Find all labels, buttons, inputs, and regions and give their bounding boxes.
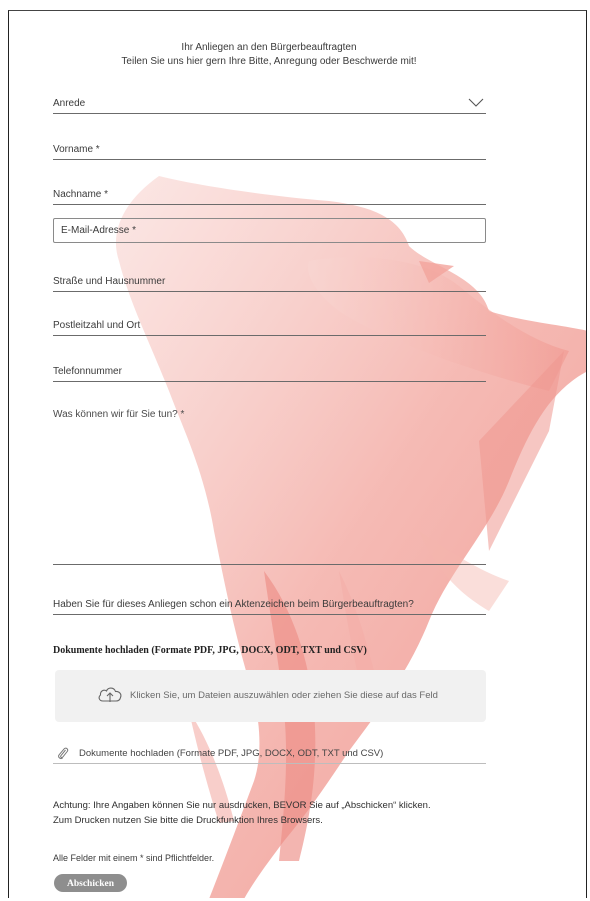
upload-section-title: Dokumente hochladen (Formate PDF, JPG, D…: [53, 645, 367, 656]
aktenzeichen-label: Haben Sie für dieses Anliegen schon ein …: [53, 599, 414, 610]
email-field[interactable]: E-Mail-Adresse *: [53, 218, 486, 243]
form-frame: Ihr Anliegen an den Bürgerbeauftragten T…: [8, 10, 587, 898]
anliegen-label: Was können wir für Sie tun? *: [53, 409, 185, 420]
telefon-label: Telefonnummer: [53, 366, 122, 377]
nachname-label: Nachname *: [53, 189, 109, 200]
form-header: Ihr Anliegen an den Bürgerbeauftragten T…: [9, 41, 529, 69]
vorname-field[interactable]: Vorname *: [53, 143, 486, 160]
chevron-down-icon: [468, 98, 484, 107]
cloud-upload-icon: [98, 687, 122, 702]
attachments-label: Dokumente hochladen (Formate PDF, JPG, D…: [79, 748, 384, 759]
paperclip-icon: [58, 747, 69, 760]
attachments-field[interactable]: Dokumente hochladen (Formate PDF, JPG, D…: [53, 746, 486, 764]
anrede-select[interactable]: Anrede: [53, 97, 486, 114]
header-title: Ihr Anliegen an den Bürgerbeauftragten: [181, 42, 357, 53]
print-notice-line1: Achtung: Ihre Angaben können Sie nur aus…: [53, 800, 431, 811]
header-subtitle: Teilen Sie uns hier gern Ihre Bitte, Anr…: [121, 56, 417, 67]
strasse-label: Straße und Hausnummer: [53, 276, 166, 287]
plz-ort-field[interactable]: Postleitzahl und Ort: [53, 319, 486, 336]
aktenzeichen-field[interactable]: Haben Sie für dieses Anliegen schon ein …: [53, 598, 486, 615]
nachname-field[interactable]: Nachname *: [53, 188, 486, 205]
email-label: E-Mail-Adresse *: [61, 225, 137, 236]
plz-ort-label: Postleitzahl und Ort: [53, 320, 141, 331]
dropzone-text: Klicken Sie, um Dateien auszuwählen oder…: [130, 690, 438, 701]
anrede-label: Anrede: [53, 98, 86, 109]
submit-button[interactable]: Abschicken: [54, 874, 127, 892]
print-notice-line2: Zum Drucken nutzen Sie bitte die Druckfu…: [53, 815, 323, 826]
anliegen-textarea[interactable]: Was können wir für Sie tun? *: [53, 409, 486, 565]
form-content: Ihr Anliegen an den Bürgerbeauftragten T…: [9, 11, 586, 898]
strasse-field[interactable]: Straße und Hausnummer: [53, 275, 486, 292]
upload-dropzone[interactable]: Klicken Sie, um Dateien auszuwählen oder…: [55, 670, 486, 722]
print-notice: Achtung: Ihre Angaben können Sie nur aus…: [53, 798, 493, 828]
telefon-field[interactable]: Telefonnummer: [53, 365, 486, 382]
required-fields-note: Alle Felder mit einem * sind Pflichtfeld…: [53, 853, 215, 863]
vorname-label: Vorname *: [53, 144, 100, 155]
